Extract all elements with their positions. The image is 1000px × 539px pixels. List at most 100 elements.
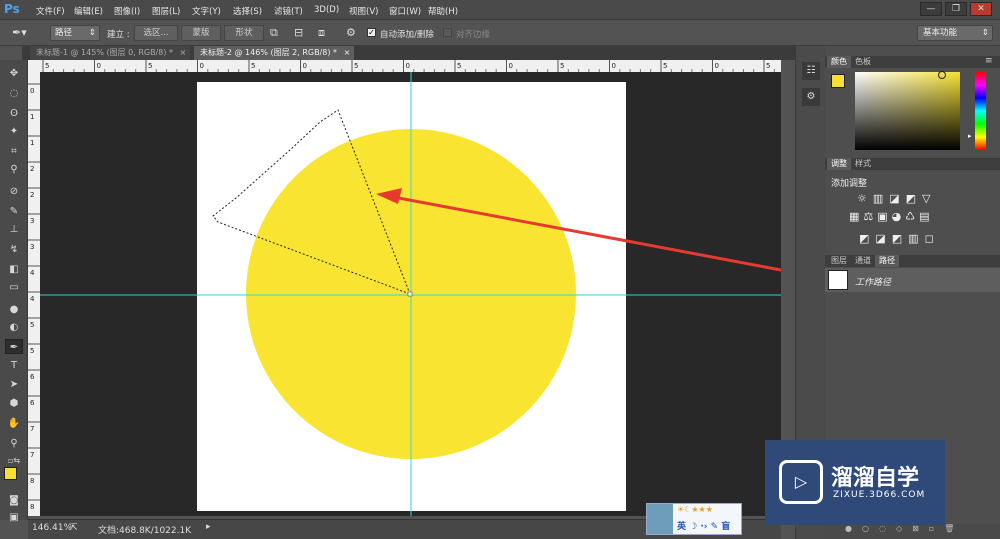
- minimize-button[interactable]: —: [920, 2, 942, 16]
- workspace-select[interactable]: 基本功能 ⇕: [917, 25, 993, 41]
- hue-slider[interactable]: [975, 72, 986, 150]
- auto-add-delete-checkbox[interactable]: ✓: [367, 28, 376, 37]
- tab-adjustments[interactable]: 调整: [827, 158, 851, 170]
- foreground-color-swatch[interactable]: [831, 74, 845, 88]
- brush-tool-icon[interactable]: ✎: [5, 204, 23, 219]
- tab-swatches[interactable]: 色板: [851, 56, 875, 68]
- healing-brush-icon[interactable]: ⊘: [5, 184, 23, 199]
- close-button[interactable]: ✕: [970, 2, 992, 16]
- path-operations-icon[interactable]: ⧉: [270, 26, 278, 40]
- dodge-tool-icon[interactable]: ◐: [5, 320, 23, 335]
- default-colors-icon[interactable]: ▫⇆: [5, 453, 23, 468]
- quick-mask-icon[interactable]: ◙: [5, 493, 23, 508]
- menu-filter[interactable]: 滤镜(T): [274, 5, 303, 17]
- chevron-updown-icon: ⇕: [88, 28, 96, 38]
- close-icon[interactable]: ×: [180, 48, 187, 57]
- document-tab-1[interactable]: 未标题-1 @ 145% (图层 0, RGB/8) * ×: [30, 46, 190, 60]
- selection-button[interactable]: 选区...: [134, 25, 178, 41]
- ruler-label: 0: [509, 62, 513, 70]
- ruler-label: 8: [30, 503, 34, 511]
- type-tool-icon[interactable]: T: [5, 358, 23, 373]
- ruler-label: 7: [30, 451, 34, 459]
- menu-type[interactable]: 文字(Y): [192, 5, 221, 17]
- paths-panel-footer-icons[interactable]: ●○◌◇⊠▫🗑: [825, 524, 1000, 539]
- mask-button[interactable]: 蒙版: [181, 25, 221, 41]
- path-anchor-point[interactable]: [407, 291, 413, 297]
- color-field[interactable]: [855, 72, 960, 150]
- menu-3d[interactable]: 3D(D): [314, 5, 339, 15]
- lasso-tool-icon[interactable]: ʘ: [5, 106, 23, 121]
- zoom-tool-icon[interactable]: ⚲: [5, 436, 23, 451]
- crop-tool-icon[interactable]: ⌗: [5, 144, 23, 159]
- adjustment-icons-row-1[interactable]: ☼▥◪◩▽: [857, 192, 937, 205]
- menu-window[interactable]: 窗口(W): [389, 5, 421, 17]
- pen-tool-icon[interactable]: ✒: [5, 339, 23, 354]
- close-icon[interactable]: ×: [344, 48, 351, 57]
- path-list-item[interactable]: 工作路径: [825, 268, 1000, 292]
- magic-wand-icon[interactable]: ✦: [5, 124, 23, 139]
- ime-avatar: [647, 504, 673, 534]
- ime-controls[interactable]: 英 ☽ ·› ✎ 盲: [677, 519, 730, 532]
- menu-view[interactable]: 视图(V): [349, 5, 378, 17]
- ruler-label: 5: [148, 62, 152, 70]
- color-picker-marker[interactable]: [938, 71, 946, 79]
- path-alignment-icon[interactable]: ⊟: [294, 26, 303, 39]
- blur-tool-icon[interactable]: ●: [5, 302, 23, 317]
- panel-menu-icon[interactable]: ≡: [985, 56, 993, 66]
- menu-file[interactable]: 文件(F): [36, 5, 65, 17]
- horizontal-ruler-ticks: 5 0 5 0 5 0 5 0 5 0 5 0 5 0 5: [42, 60, 806, 72]
- clone-stamp-icon[interactable]: ⊥: [5, 222, 23, 237]
- path-arrangement-icon[interactable]: ⧈: [318, 26, 325, 40]
- pen-tool-preset-icon[interactable]: ✒▾: [12, 26, 36, 41]
- layers-panel-header: 图层 通道 路径: [825, 255, 1000, 267]
- ruler-label: 7: [30, 425, 34, 433]
- menu-select[interactable]: 选择(S): [233, 5, 262, 17]
- status-menu-arrow-icon[interactable]: ▸: [206, 522, 211, 532]
- chevron-updown-icon: ⇕: [981, 28, 989, 38]
- gear-icon[interactable]: ⚙: [346, 26, 356, 39]
- watermark-url: ZIXUE.3D66.COM: [833, 490, 926, 500]
- foreground-color-swatch[interactable]: [4, 467, 17, 480]
- hue-slider-marker-icon[interactable]: ▸: [968, 132, 972, 140]
- path-thumbnail: [828, 270, 848, 290]
- eraser-tool-icon[interactable]: ◧: [5, 262, 23, 277]
- vertical-ruler: 0 1 1 2 2 3 3 4 4 5 5 6 6 7 7 8 8: [28, 72, 40, 516]
- eyedropper-tool-icon[interactable]: ⚲: [5, 162, 23, 177]
- screen-mode-icon[interactable]: ▣: [5, 510, 23, 525]
- document-tab-label: 未标题-1 @ 145% (图层 0, RGB/8) *: [36, 48, 174, 57]
- tab-channels[interactable]: 通道: [851, 255, 875, 267]
- move-tool-icon[interactable]: ✥: [5, 66, 23, 81]
- gradient-tool-icon[interactable]: ▭: [5, 280, 23, 295]
- shape-tool-icon[interactable]: ⬢: [5, 396, 23, 411]
- mode-select[interactable]: 路径 ⇕: [50, 25, 100, 41]
- menu-layer[interactable]: 图层(L): [152, 5, 180, 17]
- properties-panel-icon[interactable]: ⚙: [802, 88, 820, 106]
- path-selection-icon[interactable]: ➤: [5, 377, 23, 392]
- ime-toolbar: ☀☾★★★ 英 ☽ ·› ✎ 盲: [646, 503, 742, 535]
- menu-image[interactable]: 图像(I): [114, 5, 140, 17]
- history-panel-icon[interactable]: ☷: [802, 62, 820, 80]
- adjustment-icons-row-2[interactable]: ▦⚖▣◕♺▤: [849, 210, 934, 223]
- ruler-label: 0: [200, 62, 204, 70]
- align-edges-label: 对齐边缘: [456, 30, 491, 40]
- hand-tool-icon[interactable]: ✋: [5, 416, 23, 431]
- ruler-label: 2: [30, 191, 34, 199]
- zoom-level[interactable]: 146.41%: [32, 523, 72, 533]
- adjustment-icons-row-3[interactable]: ◩◪◩▥◻: [859, 232, 940, 245]
- shape-button[interactable]: 形状: [224, 25, 264, 41]
- marquee-tool-icon[interactable]: ◌: [5, 86, 23, 101]
- canvas-workspace[interactable]: [40, 72, 781, 516]
- menu-help[interactable]: 帮助(H): [428, 5, 458, 17]
- history-brush-icon[interactable]: ↯: [5, 242, 23, 257]
- menu-edit[interactable]: 编辑(E): [74, 5, 103, 17]
- tab-layers[interactable]: 图层: [827, 255, 851, 267]
- align-edges-checkbox[interactable]: [443, 28, 452, 37]
- tab-color[interactable]: 颜色: [827, 56, 851, 68]
- tab-styles[interactable]: 样式: [851, 158, 875, 170]
- ruler-label: 6: [30, 399, 35, 407]
- export-icon[interactable]: ⇱: [70, 523, 78, 533]
- ruler-label: 2: [30, 165, 34, 173]
- tab-paths[interactable]: 路径: [875, 255, 899, 267]
- document-tab-2[interactable]: 未标题-2 @ 146% (图层 2, RGB/8) * ×: [194, 46, 354, 60]
- restore-button[interactable]: ❐: [945, 2, 967, 16]
